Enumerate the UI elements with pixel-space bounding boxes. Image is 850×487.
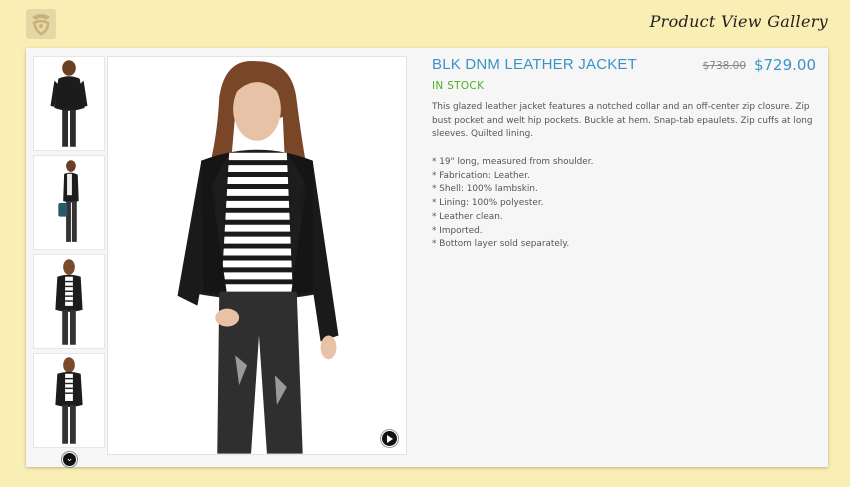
product-name: BLK DNM LEATHER JACKET <box>432 56 637 73</box>
product-card: ⌄ BLK DNM LEATHER JACKET $738.00 $729.00… <box>26 48 828 467</box>
thumbnail-side-view[interactable] <box>33 155 105 250</box>
thumbnail-front-full[interactable] <box>33 353 105 448</box>
thumbnail-front-view[interactable] <box>33 254 105 349</box>
feature-list: * 19" long, measured from shoulder. * Fa… <box>432 156 593 252</box>
list-item: * Lining: 100% polyester. <box>432 198 544 209</box>
list-item: * Fabrication: Leather. <box>432 170 530 181</box>
list-item: * Imported. <box>432 225 483 236</box>
list-item: * Leather clean. <box>432 211 503 222</box>
main-product-image[interactable] <box>107 56 407 455</box>
thumbnail-back-view[interactable] <box>33 56 105 151</box>
thumbnail-strip: ⌄ <box>33 56 105 467</box>
brand-logo-icon[interactable] <box>26 9 56 39</box>
chevron-down-icon[interactable]: ⌄ <box>62 452 77 467</box>
price: $729.00 <box>753 56 816 74</box>
old-price: $738.00 <box>702 60 746 72</box>
list-item: * Bottom layer sold separately. <box>432 239 570 250</box>
stock-status: IN STOCK <box>432 80 485 92</box>
list-item: * Shell: 100% lambskin. <box>432 184 538 195</box>
product-description: This glazed leather jacket features a no… <box>432 102 813 140</box>
list-item: * 19" long, measured from shoulder. <box>432 157 594 167</box>
page-title: Product View Gallery <box>649 12 828 31</box>
play-icon[interactable] <box>381 430 398 447</box>
